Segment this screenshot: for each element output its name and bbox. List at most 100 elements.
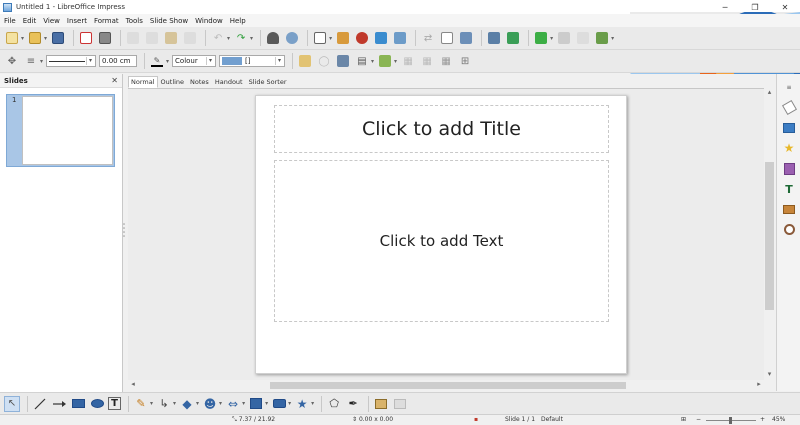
vertical-scrollbar[interactable]: ▴ ▾ bbox=[764, 88, 775, 380]
grid-icon[interactable]: ▦ bbox=[438, 53, 454, 69]
properties-icon[interactable] bbox=[781, 99, 797, 115]
arrow-line-icon[interactable] bbox=[51, 396, 67, 412]
chevron-down-icon[interactable]: ▾ bbox=[329, 35, 332, 42]
slide-layout-name[interactable]: Default bbox=[541, 416, 563, 423]
crop-icon[interactable]: ◯ bbox=[316, 53, 332, 69]
menu-tools[interactable]: Tools bbox=[126, 17, 143, 25]
distribute-icon[interactable]: ▦ bbox=[400, 53, 416, 69]
slide-thumbnail[interactable] bbox=[22, 96, 113, 165]
start-slideshow-icon[interactable] bbox=[486, 30, 502, 46]
open-folder-icon[interactable] bbox=[27, 30, 43, 46]
chevron-down-icon[interactable]: ▾ bbox=[219, 400, 222, 407]
symbol-shapes-icon[interactable]: ☻ bbox=[202, 396, 218, 412]
clone-formatting-icon[interactable] bbox=[182, 30, 198, 46]
animation-icon[interactable]: ★ bbox=[782, 141, 796, 155]
print-icon[interactable] bbox=[97, 30, 113, 46]
duplicate-slide-icon[interactable] bbox=[556, 30, 572, 46]
copy-icon[interactable] bbox=[144, 30, 160, 46]
rectangle-icon[interactable] bbox=[70, 396, 86, 412]
rotate-icon[interactable] bbox=[335, 53, 351, 69]
start-from-current-icon[interactable] bbox=[505, 30, 521, 46]
points-icon[interactable]: ⬠ bbox=[326, 396, 342, 412]
chevron-down-icon[interactable]: ▾ bbox=[288, 400, 291, 407]
tab-notes[interactable]: Notes bbox=[187, 76, 212, 88]
menu-edit[interactable]: Edit bbox=[23, 17, 37, 25]
zoom-slider-knob[interactable] bbox=[729, 417, 732, 424]
chart-icon[interactable] bbox=[373, 30, 389, 46]
chevron-down-icon[interactable]: ▾ bbox=[242, 400, 245, 407]
text-box-icon[interactable]: T bbox=[108, 397, 121, 410]
arrange-icon[interactable] bbox=[377, 53, 393, 69]
line-width-input[interactable]: 0.00 cm bbox=[99, 55, 138, 67]
callouts-icon[interactable] bbox=[271, 396, 287, 412]
chevron-down-icon[interactable]: ▾ bbox=[206, 57, 214, 65]
media-icon[interactable] bbox=[354, 30, 370, 46]
connector-icon[interactable]: ↳ bbox=[156, 396, 172, 412]
menu-insert[interactable]: Insert bbox=[67, 17, 87, 25]
text-frame-icon[interactable] bbox=[392, 30, 408, 46]
image-icon[interactable] bbox=[335, 30, 351, 46]
line-icon[interactable] bbox=[32, 396, 48, 412]
chevron-down-icon[interactable]: ▾ bbox=[550, 35, 553, 42]
title-placeholder[interactable]: Click to add Title bbox=[274, 105, 609, 153]
export-pdf-icon[interactable] bbox=[78, 30, 94, 46]
horizontal-scrollbar[interactable]: ◂ ▸ bbox=[128, 380, 764, 391]
chevron-down-icon[interactable]: ▾ bbox=[196, 400, 199, 407]
slide-transition-icon[interactable] bbox=[782, 121, 796, 135]
gallery-icon[interactable] bbox=[782, 202, 796, 216]
transformations-icon[interactable]: ✥ bbox=[4, 53, 20, 69]
paste-icon[interactable] bbox=[163, 30, 179, 46]
line-style-icon[interactable]: ≡ bbox=[23, 53, 39, 69]
zoom-out-button[interactable]: − bbox=[696, 416, 701, 423]
slide-canvas[interactable]: Click to add Title Click to add Text bbox=[255, 95, 627, 374]
extrusion-icon[interactable] bbox=[392, 396, 408, 412]
zoom-percent[interactable]: 45% bbox=[772, 416, 785, 423]
menu-file[interactable]: File bbox=[4, 17, 16, 25]
basic-shapes-icon[interactable]: ◆ bbox=[179, 396, 195, 412]
line-style-select[interactable]: ▾ bbox=[46, 55, 97, 67]
stars-icon[interactable]: ★ bbox=[294, 396, 310, 412]
chevron-down-icon[interactable]: ▾ bbox=[44, 35, 47, 42]
menu-help[interactable]: Help bbox=[230, 17, 246, 25]
delete-slide-icon[interactable] bbox=[575, 30, 591, 46]
table-icon[interactable] bbox=[312, 30, 328, 46]
scroll-right-icon[interactable]: ▸ bbox=[754, 380, 764, 391]
text-placeholder[interactable]: Click to add Text bbox=[274, 160, 609, 322]
chevron-down-icon[interactable]: ▾ bbox=[173, 400, 176, 407]
tab-slide-sorter[interactable]: Slide Sorter bbox=[246, 76, 290, 88]
chevron-down-icon[interactable]: ▾ bbox=[311, 400, 314, 407]
area-color-select[interactable]: [] ▾ bbox=[219, 55, 286, 67]
master-slides-icon[interactable] bbox=[782, 162, 796, 176]
chevron-down-icon[interactable]: ▾ bbox=[275, 57, 283, 65]
chevron-down-icon[interactable]: ▾ bbox=[86, 57, 94, 65]
chevron-down-icon[interactable]: ▾ bbox=[250, 35, 253, 42]
tab-outline[interactable]: Outline bbox=[158, 76, 188, 88]
tab-handout[interactable]: Handout bbox=[212, 76, 246, 88]
zoom-in-button[interactable]: + bbox=[760, 416, 765, 423]
glue-points-icon[interactable]: ✒ bbox=[345, 396, 361, 412]
curve-icon[interactable]: ✎ bbox=[133, 396, 149, 412]
scroll-up-icon[interactable]: ▴ bbox=[764, 88, 775, 98]
menu-view[interactable]: View bbox=[43, 17, 60, 25]
styles-icon[interactable]: T bbox=[782, 182, 796, 196]
document-modified-icon[interactable]: ▪ bbox=[474, 416, 478, 423]
horizontal-scroll-thumb[interactable] bbox=[270, 382, 626, 389]
spelling-icon[interactable] bbox=[265, 30, 281, 46]
line-color-icon[interactable]: ✎ bbox=[149, 53, 165, 69]
chevron-down-icon[interactable]: ▾ bbox=[21, 35, 24, 42]
menu-format[interactable]: Format bbox=[94, 17, 119, 25]
block-arrows-icon[interactable]: ⇔ bbox=[225, 396, 241, 412]
slide-thumbnail-selected[interactable]: 1 bbox=[6, 94, 115, 167]
chevron-down-icon[interactable]: ▾ bbox=[40, 58, 43, 65]
close-icon[interactable]: ✕ bbox=[111, 76, 118, 85]
vertical-scroll-thumb[interactable] bbox=[765, 162, 774, 310]
flowchart-icon[interactable] bbox=[248, 396, 264, 412]
redo-icon[interactable]: ↷ bbox=[233, 30, 249, 46]
fontwork-icon[interactable] bbox=[439, 30, 455, 46]
insert-image-icon[interactable] bbox=[373, 396, 389, 412]
pane-splitter-handle[interactable] bbox=[122, 220, 126, 240]
scroll-down-icon[interactable]: ▾ bbox=[764, 370, 775, 380]
menu-window[interactable]: Window bbox=[195, 17, 223, 25]
align-icon[interactable]: ▤ bbox=[354, 53, 370, 69]
sidebar-menu-icon[interactable]: ≡ bbox=[782, 80, 796, 94]
